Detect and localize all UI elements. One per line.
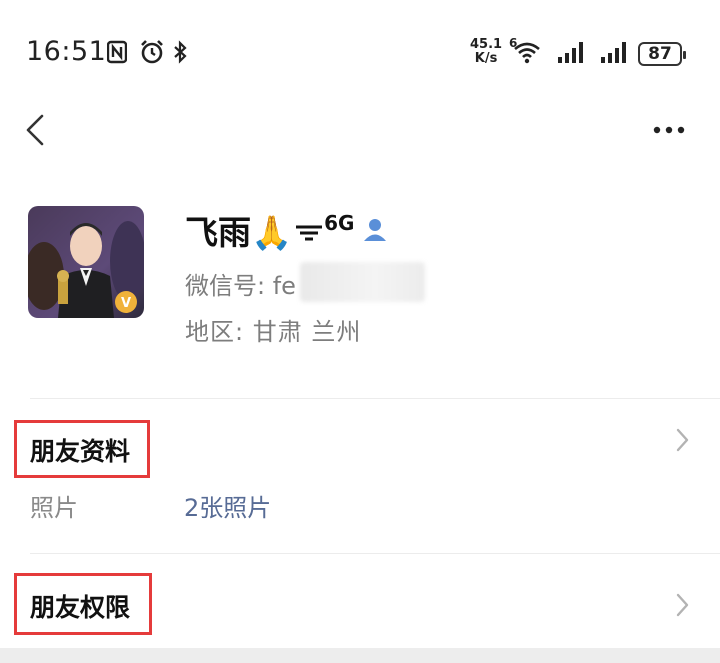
friend-permissions-title: 朋友权限 <box>30 593 131 622</box>
nickname-6g: 6G <box>324 211 355 235</box>
wifi-icon: 6 <box>508 36 546 66</box>
wifi-6-label: 6 <box>509 36 518 50</box>
more-options-icon[interactable] <box>650 120 690 140</box>
back-icon[interactable] <box>20 110 50 150</box>
nickname-wifi-icon <box>294 213 324 248</box>
nickname-text: 飞雨🙏 <box>185 213 293 252</box>
network-speed-unit: K/s <box>474 51 498 66</box>
chevron-right-icon[interactable] <box>672 425 692 455</box>
divider <box>30 553 720 554</box>
bluetooth-icon <box>170 38 190 66</box>
svg-text:V: V <box>121 296 131 311</box>
person-icon <box>362 211 388 250</box>
battery-indicator: 87 <box>638 42 686 66</box>
nickname: 飞雨🙏 6G <box>185 206 388 254</box>
divider <box>30 398 720 399</box>
status-bar: 16:51 45.1 K/s 6 87 <box>0 0 720 100</box>
network-speed: 45.1 K/s <box>470 38 502 66</box>
alarm-icon <box>138 38 166 66</box>
chevron-right-icon[interactable] <box>672 590 692 620</box>
avatar[interactable]: V <box>28 206 144 318</box>
nav-bar <box>0 100 720 160</box>
section-gap <box>0 648 720 663</box>
region: 地区: 甘肃 兰州 <box>185 318 362 346</box>
network-speed-value: 45.1 <box>470 37 503 52</box>
redacted-wechat-id <box>300 262 425 302</box>
photos-value[interactable]: 2张照片 <box>184 488 271 523</box>
status-time: 16:51 <box>26 36 107 67</box>
signal-icon-2 <box>598 38 632 66</box>
photos-label: 照片 <box>30 494 78 522</box>
nfc-icon <box>105 38 129 66</box>
signal-icon-1 <box>555 38 589 66</box>
wechat-id: 微信号: fe <box>185 272 296 300</box>
friend-info-title: 朋友资料 <box>30 437 131 466</box>
